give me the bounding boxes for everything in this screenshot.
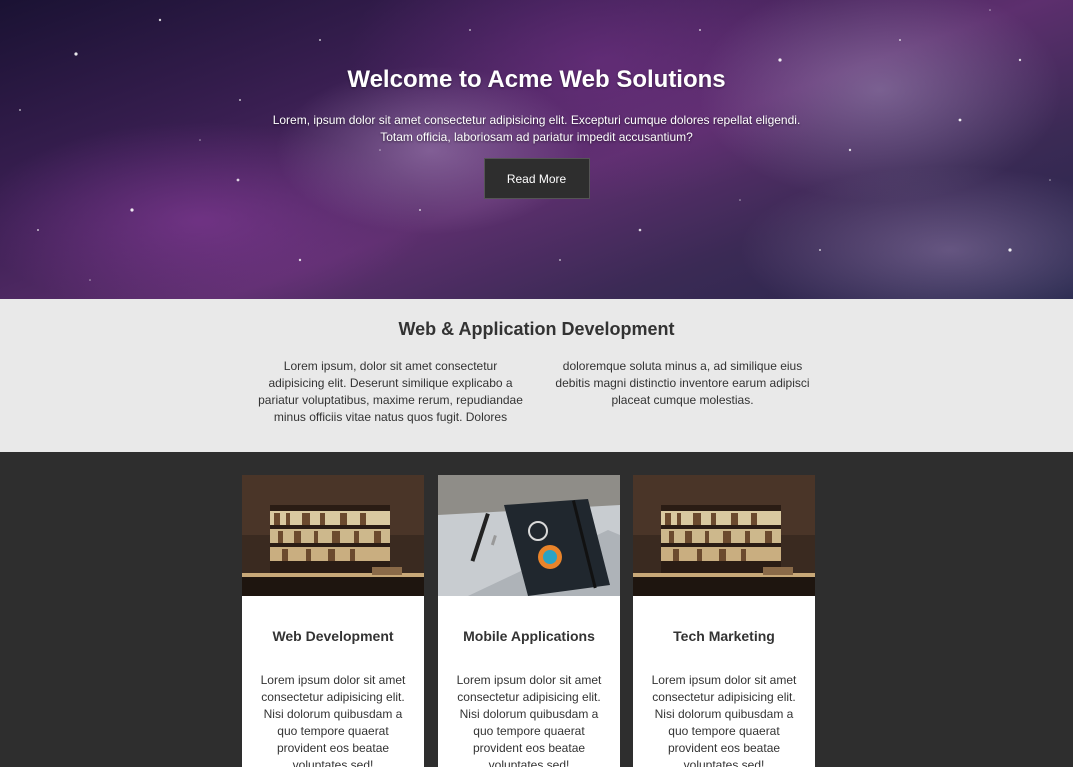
hero-section: Welcome to Acme Web Solutions Lorem, ips…	[0, 0, 1073, 299]
bookshelf-image	[633, 475, 815, 596]
card-body: Mobile Applications Lorem ipsum dolor si…	[438, 628, 620, 767]
card-body: Web Development Lorem ipsum dolor sit am…	[242, 628, 424, 767]
card-title: Tech Marketing	[673, 628, 775, 644]
card-title: Mobile Applications	[463, 628, 595, 644]
card-mobile-applications: Mobile Applications Lorem ipsum dolor si…	[438, 475, 620, 767]
card-text: Lorem ipsum dolor sit amet consectetur a…	[651, 673, 797, 767]
card-body: Tech Marketing Lorem ipsum dolor sit ame…	[633, 628, 815, 767]
bookshelf-image	[242, 475, 424, 596]
card-tech-marketing: Tech Marketing Lorem ipsum dolor sit ame…	[633, 475, 815, 767]
hero-title: Welcome to Acme Web Solutions	[347, 66, 726, 93]
card-title: Web Development	[272, 628, 394, 644]
development-columns: Lorem ipsum, dolor sit amet consectetur …	[257, 358, 817, 426]
card-text: Lorem ipsum dolor sit amet consectetur a…	[260, 673, 406, 767]
cards-section: Web Development Lorem ipsum dolor sit am…	[0, 452, 1073, 767]
hero-text: Lorem, ipsum dolor sit amet consectetur …	[272, 113, 801, 144]
card-web-development: Web Development Lorem ipsum dolor sit am…	[242, 475, 424, 767]
development-title: Web & Application Development	[398, 319, 675, 339]
hero-content: Welcome to Acme Web Solutions Lorem, ips…	[0, 66, 1073, 199]
development-column-right: doloremque soluta minus a, ad similique …	[555, 359, 810, 407]
read-more-button[interactable]: Read More	[483, 158, 590, 199]
notebook-pen-image	[438, 475, 620, 596]
development-column-left: Lorem ipsum, dolor sit amet consectetur …	[258, 359, 523, 424]
card-text: Lorem ipsum dolor sit amet consectetur a…	[456, 673, 602, 767]
development-section: Web & Application Development Lorem ipsu…	[0, 299, 1073, 452]
